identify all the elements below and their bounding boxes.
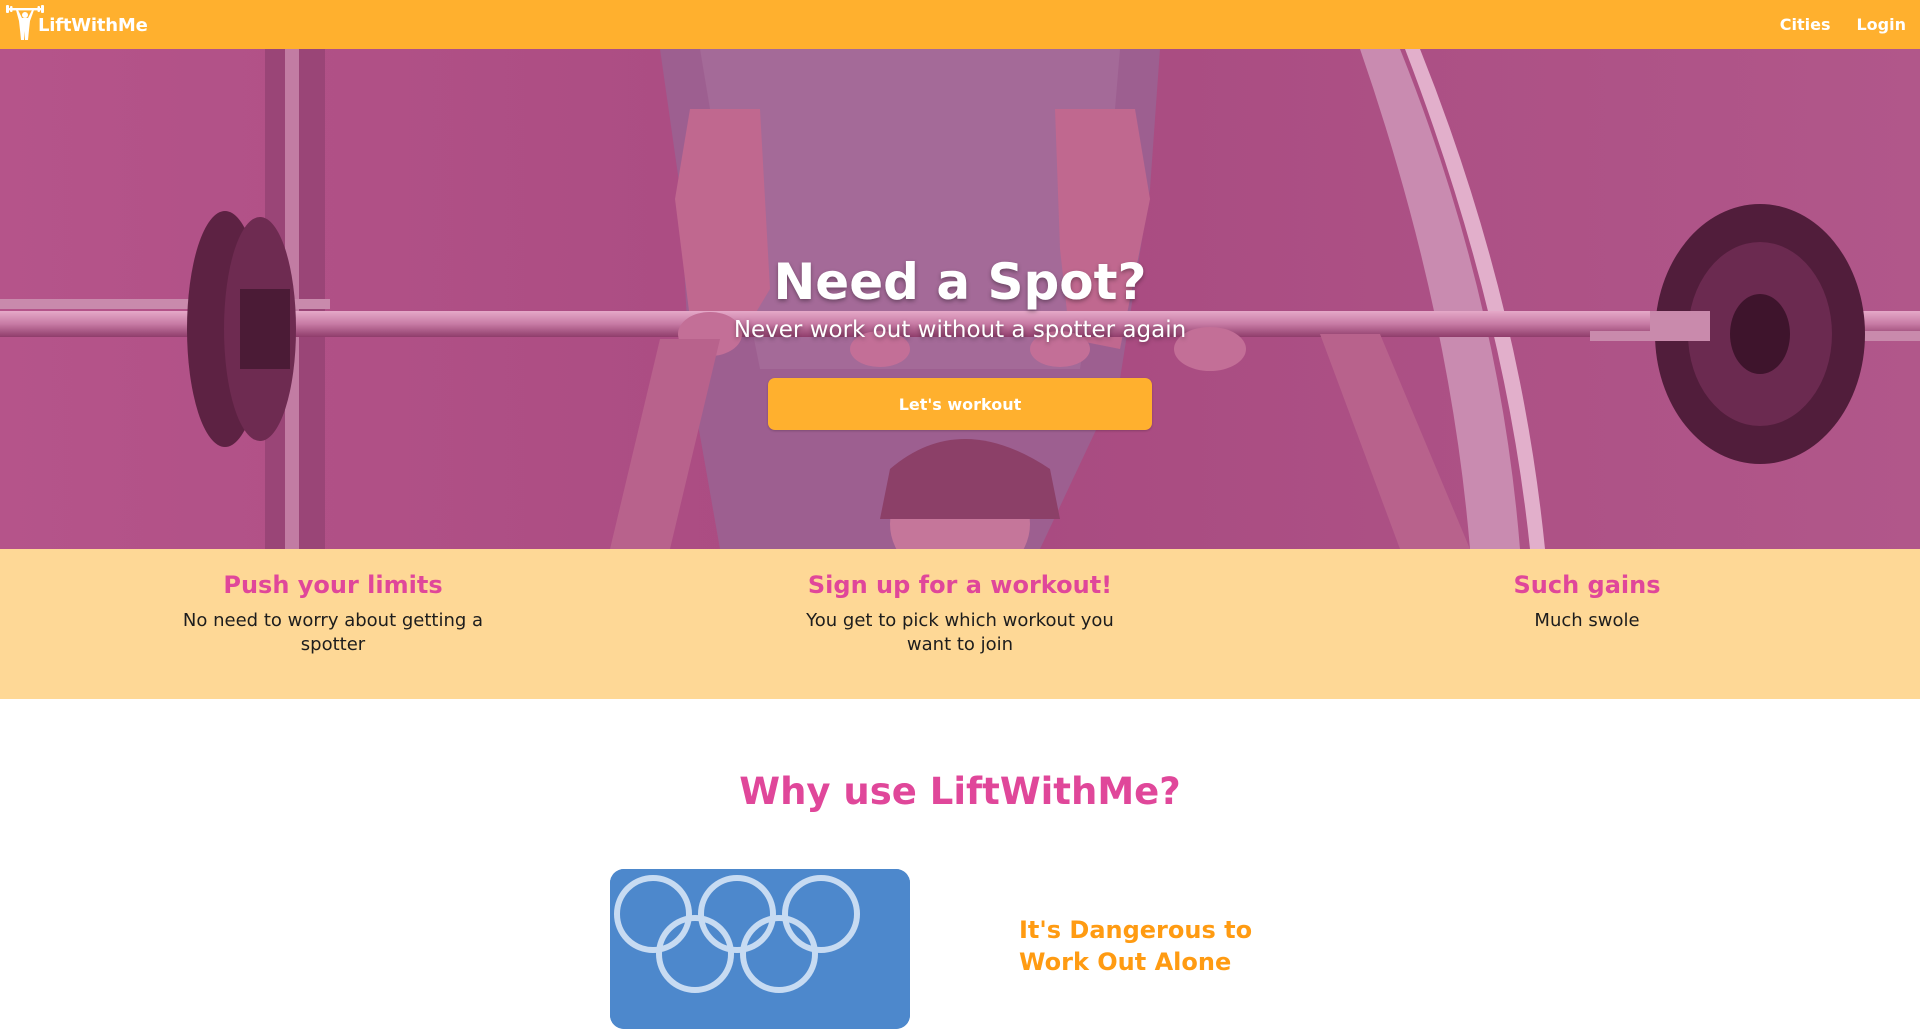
olympic-rings-image (610, 869, 910, 1029)
brand-name: LiftWithMe (38, 15, 148, 36)
hero-subtitle: Never work out without a spotter again (733, 317, 1187, 343)
feature-push-limits: Push your limits No need to worry about … (173, 571, 493, 657)
feature-title: Push your limits (223, 571, 443, 599)
hero-section: Need a Spot? Never work out without a sp… (0, 49, 1920, 549)
feature-such-gains: Such gains Much swole (1427, 571, 1747, 633)
nav-login-link[interactable]: Login (1856, 15, 1906, 34)
feature-sign-up: Sign up for a workout! You get to pick w… (800, 571, 1120, 657)
feature-text: You get to pick which workout you want t… (806, 610, 1114, 655)
feature-title: Sign up for a workout! (807, 571, 1113, 599)
feature-text: Much swole (1534, 610, 1640, 631)
top-navbar: LiftWithMe Cities Login (0, 0, 1920, 49)
lets-workout-button[interactable]: Let's workout (768, 378, 1152, 430)
feature-title: Such gains (1513, 571, 1661, 599)
feature-text: No need to worry about getting a spotter (182, 610, 484, 655)
nav-links: Cities Login (1780, 0, 1906, 49)
card-heading: It's Dangerous to Work Out Alone (1019, 916, 1253, 976)
features-band: Push your limits No need to worry about … (0, 549, 1920, 699)
brand-link[interactable]: LiftWithMe (4, 4, 148, 40)
why-section-title: Why use LiftWithMe? (739, 770, 1181, 813)
hero-title: Need a Spot? (773, 253, 1147, 311)
olympic-rings-icon (610, 869, 910, 1029)
nav-cities-link[interactable]: Cities (1780, 15, 1831, 34)
